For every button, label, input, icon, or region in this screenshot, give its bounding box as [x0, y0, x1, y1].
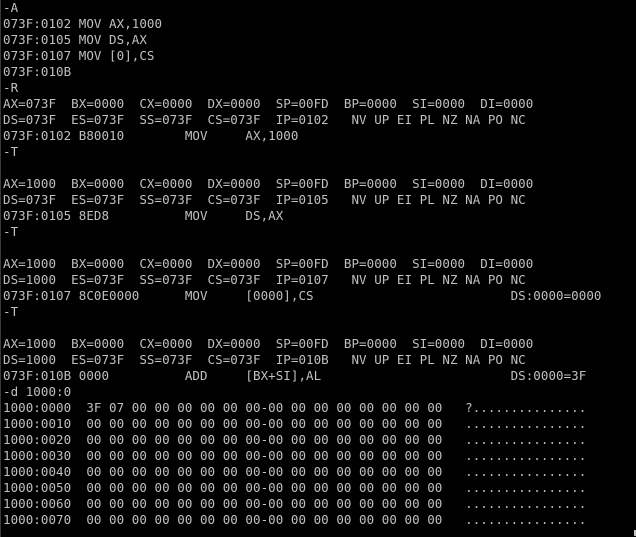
register-line: AX=073F BX=0000 CX=0000 DX=0000 SP=00FD …	[3, 96, 534, 111]
disassembly-line: 073F:010B 0000 ADD [BX+SI],AL DS:0000=3F	[3, 368, 587, 383]
memory-dump-line: 1000:0020 00 00 00 00 00 00 00 00-00 00 …	[3, 432, 587, 447]
console-line: -d 1000:0	[3, 384, 72, 399]
memory-dump-line: 1000:0000 3F 07 00 00 00 00 00 00-00 00 …	[3, 400, 587, 415]
memory-dump-line: 1000:0040 00 00 00 00 00 00 00 00-00 00 …	[3, 464, 587, 479]
register-line: AX=1000 BX=0000 CX=0000 DX=0000 SP=00FD …	[3, 336, 534, 351]
register-line: AX=1000 BX=0000 CX=0000 DX=0000 SP=00FD …	[3, 176, 534, 191]
disassembly-line: 073F:0102 B80010 MOV AX,1000	[3, 128, 299, 143]
register-line: DS=073F ES=073F SS=073F CS=073F IP=0105 …	[3, 192, 526, 207]
console-line: -T	[3, 144, 19, 159]
console-line: -R	[3, 80, 19, 95]
console-line: -T	[3, 224, 19, 239]
console-line: 073F:0107 MOV [0],CS	[3, 48, 155, 63]
memory-dump-line: 1000:0070 00 00 00 00 00 00 00 00-00 00 …	[3, 512, 587, 527]
console-line: -T	[3, 304, 19, 319]
memory-dump-line: 1000:0060 00 00 00 00 00 00 00 00-00 00 …	[3, 496, 587, 511]
console-line: 073F:0105 MOV DS,AX	[3, 32, 147, 47]
memory-dump-line: 1000:0010 00 00 00 00 00 00 00 00-00 00 …	[3, 416, 587, 431]
console-output: -A 073F:0102 MOV AX,1000 073F:0105 MOV D…	[3, 0, 635, 528]
register-line: DS=073F ES=073F SS=073F CS=073F IP=0102 …	[3, 112, 526, 127]
disassembly-line: 073F:0105 8ED8 MOV DS,AX	[3, 208, 284, 223]
debug-console[interactable]: -A 073F:0102 MOV AX,1000 073F:0105 MOV D…	[0, 0, 636, 537]
console-line: 073F:0102 MOV AX,1000	[3, 16, 163, 31]
memory-dump-line: 1000:0030 00 00 00 00 00 00 00 00-00 00 …	[3, 448, 587, 463]
console-line: -A	[3, 0, 19, 15]
register-line: DS=1000 ES=073F SS=073F CS=073F IP=0107 …	[3, 272, 526, 287]
register-line: AX=1000 BX=0000 CX=0000 DX=0000 SP=00FD …	[3, 256, 534, 271]
memory-dump-line: 1000:0050 00 00 00 00 00 00 00 00-00 00 …	[3, 480, 587, 495]
console-line: 073F:010B	[3, 64, 72, 79]
disassembly-line: 073F:0107 8C0E0000 MOV [0000],CS DS:0000…	[3, 288, 602, 303]
register-line: DS=1000 ES=073F SS=073F CS=073F IP=010B …	[3, 352, 526, 367]
